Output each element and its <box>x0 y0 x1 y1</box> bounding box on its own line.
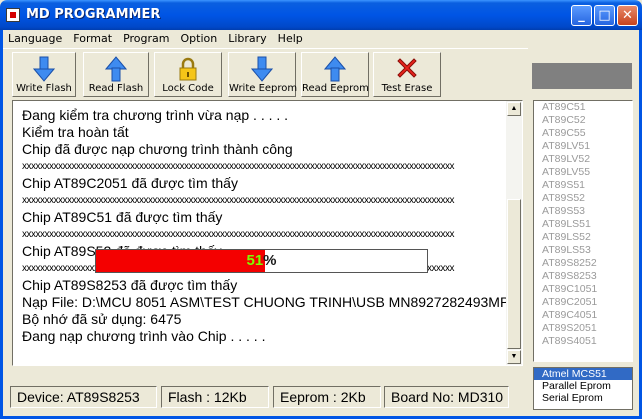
chip-item[interactable]: AT89C1051 <box>534 283 632 296</box>
log-separator: xxxxxxxxxxxxxxxxxxxxxxxxxxxxxxxxxxxxxxxx… <box>22 229 455 240</box>
menu-language[interactable]: Language <box>3 30 68 48</box>
log-line: Chip đã được nạp chương trình thành công <box>22 141 293 157</box>
status-eeprom: Eeprom : 2Kb <box>273 386 381 408</box>
read-eeprom-label: Read Eeprom <box>302 83 369 94</box>
chip-item[interactable]: AT89S8253 <box>534 270 632 283</box>
chip-item[interactable]: AT89C55 <box>534 127 632 140</box>
menu-program[interactable]: Program <box>118 30 175 48</box>
test-erase-button[interactable]: Test Erase <box>373 52 441 97</box>
chip-family-list[interactable]: Atmel MCS51 Parallel Eprom Serial Eprom <box>533 367 633 410</box>
log-line: Đang kiểm tra chương trình vừa nạp . . .… <box>22 107 289 123</box>
window-title: MD PROGRAMMER <box>26 7 161 22</box>
menu-bar: Language Format Program Option Library H… <box>3 30 639 48</box>
chip-item[interactable]: AT89LS53 <box>534 244 632 257</box>
chip-item[interactable]: AT89S8252 <box>534 257 632 270</box>
scroll-up-arrow-icon[interactable]: ▲ <box>507 102 521 116</box>
lock-code-button[interactable]: Lock Code <box>154 52 222 97</box>
toolbar: Write Flash Read Flash Lock Code Write E… <box>3 48 528 98</box>
app-icon[interactable] <box>6 8 20 22</box>
log-line: Chip AT89C2051 đã được tìm thấy <box>22 175 238 191</box>
status-board: Board No: MD310 <box>384 386 509 408</box>
log-line: Kiểm tra hoàn tất <box>22 124 129 140</box>
maximize-button[interactable]: □ <box>594 5 615 26</box>
arrow-up-icon <box>105 56 127 82</box>
title-bar[interactable]: MD PROGRAMMER _ □ ✕ <box>0 0 642 30</box>
log-line: Chip AT89C51 đã được tìm thấy <box>22 209 223 225</box>
test-erase-label: Test Erase <box>381 83 433 94</box>
scroll-thumb[interactable] <box>507 199 521 349</box>
chip-item[interactable]: AT89S2051 <box>534 322 632 335</box>
minimize-button[interactable]: _ <box>571 5 592 26</box>
device-indicator-box <box>532 63 632 89</box>
menu-format[interactable]: Format <box>68 30 118 48</box>
x-icon <box>397 58 417 78</box>
chip-item[interactable]: AT89LS52 <box>534 231 632 244</box>
log-line: Chip AT89S8253 đã được tìm thấy <box>22 277 238 293</box>
read-eeprom-button[interactable]: Read Eeprom <box>301 52 369 97</box>
write-eeprom-label: Write Eeprom <box>229 83 298 94</box>
chip-item[interactable]: AT89C4051 <box>534 309 632 322</box>
chip-item[interactable]: AT89C51 <box>534 101 632 114</box>
log-line: Nạp File: D:\MCU 8051 ASM\TEST CHUONG TR… <box>22 294 510 310</box>
chip-item[interactable]: AT89C2051 <box>534 296 632 309</box>
chip-item[interactable]: AT89C52 <box>534 114 632 127</box>
close-button[interactable]: ✕ <box>617 5 638 26</box>
status-device: Device: AT89S8253 <box>10 386 157 408</box>
arrow-down-icon <box>251 56 273 82</box>
status-bar: Device: AT89S8253 Flash : 12Kb Eeprom : … <box>3 386 529 408</box>
chip-item[interactable]: AT89LV51 <box>534 140 632 153</box>
scroll-down-arrow-icon[interactable]: ▼ <box>507 350 521 364</box>
log-lines: Đang kiểm tra chương trình vừa nạp . . .… <box>22 107 512 345</box>
status-flash: Flash : 12Kb <box>161 386 269 408</box>
programming-progress-bar: 51% <box>95 249 428 273</box>
log-vertical-scrollbar[interactable]: ▲ ▼ <box>506 101 522 365</box>
lock-icon <box>179 57 197 81</box>
arrow-up-icon <box>324 56 346 82</box>
chip-list[interactable]: AT89C51 AT89C52 AT89C55 AT89LV51 AT89LV52 AT8… <box>533 100 633 362</box>
read-flash-button[interactable]: Read Flash <box>83 52 149 97</box>
chip-item[interactable]: AT89S51 <box>534 179 632 192</box>
chip-item[interactable]: AT89S4051 <box>534 335 632 348</box>
log-output[interactable]: Đang kiểm tra chương trình vừa nạp . . .… <box>12 100 523 366</box>
arrow-down-icon <box>33 56 55 82</box>
write-flash-button[interactable]: Write Flash <box>12 52 76 97</box>
write-flash-label: Write Flash <box>16 83 72 94</box>
menu-help[interactable]: Help <box>273 30 309 48</box>
log-separator: xxxxxxxxxxxxxxxxxxxxxxxxxxxxxxxxxxxxxxxx… <box>22 161 455 172</box>
chip-item[interactable]: AT89S53 <box>534 205 632 218</box>
read-flash-label: Read Flash <box>88 83 144 94</box>
chip-item[interactable]: AT89LV55 <box>534 166 632 179</box>
progress-percent-text: 51% <box>246 252 277 269</box>
chip-family-item[interactable]: Serial Eprom <box>534 392 632 404</box>
chip-family-item[interactable]: Atmel MCS51 <box>534 368 632 380</box>
log-separator: xxxxxxxxxxxxxxxxxxxxxxxxxxxxxxxxxxxxxxxx… <box>22 195 455 206</box>
log-line: Đang nạp chương trình vào Chip . . . . . <box>22 328 266 344</box>
chip-item[interactable]: AT89S52 <box>534 192 632 205</box>
chip-item[interactable]: AT89LV52 <box>534 153 632 166</box>
write-eeprom-button[interactable]: Write Eeprom <box>228 52 298 97</box>
chip-family-item[interactable]: Parallel Eprom <box>534 380 632 392</box>
menu-option[interactable]: Option <box>175 30 223 48</box>
menu-library[interactable]: Library <box>223 30 272 48</box>
lock-code-label: Lock Code <box>162 83 214 94</box>
chip-item[interactable]: AT89LS51 <box>534 218 632 231</box>
log-line: Bộ nhớ đã sử dụng: 6475 <box>22 311 182 327</box>
